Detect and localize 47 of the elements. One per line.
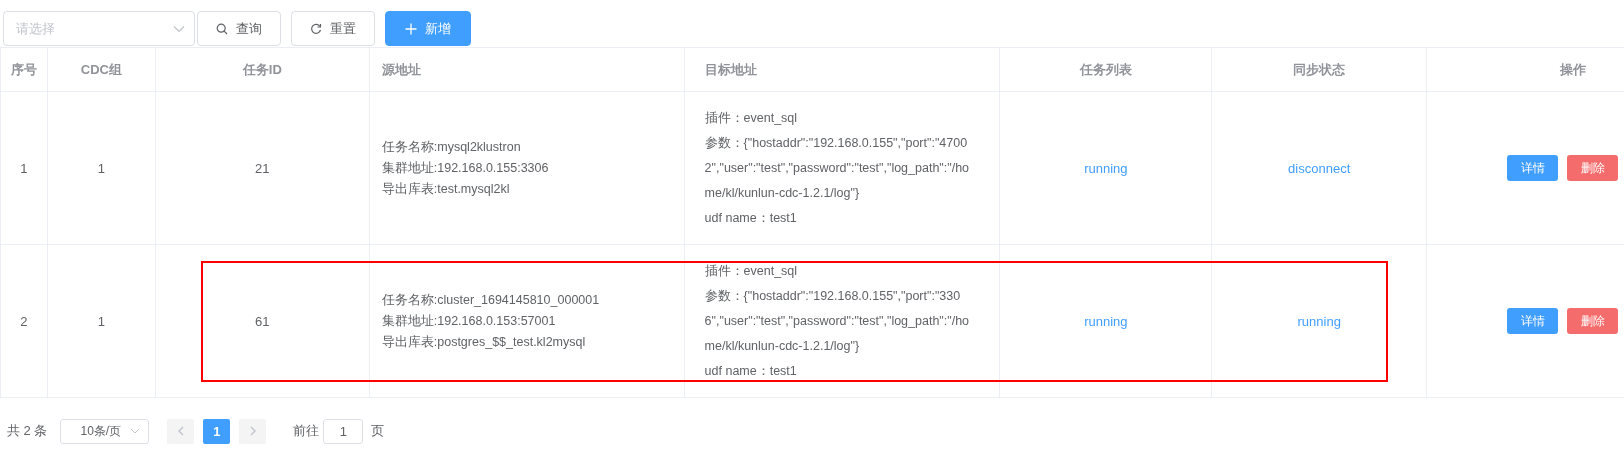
target-line: 插件：event_sql [704, 109, 798, 127]
select-field[interactable]: 请选择 [3, 11, 195, 46]
details-button[interactable]: 详情 [1507, 155, 1558, 181]
page-size-select[interactable]: 10条/页 [60, 418, 150, 444]
table-cell: 61 [255, 313, 270, 329]
target-line: udf name：test1 [704, 362, 797, 380]
target-line: udf name：test1 [704, 209, 797, 227]
previous-page-button[interactable] [167, 418, 195, 444]
table-cell: 1 [97, 313, 106, 329]
target-line: 插件：event_sql [704, 262, 798, 280]
source-line: 集群地址:192.168.0.155:3306 [381, 159, 549, 177]
table-cell: 2 [20, 313, 28, 329]
search-icon [216, 22, 228, 35]
total-count: 共 2 条 [7, 422, 48, 440]
table-cell: 1 [20, 160, 28, 176]
source-line: 导出库表:postgres_$$_test.kl2mysql [381, 333, 586, 351]
chevron-down-icon [173, 25, 185, 33]
details-button[interactable]: 详情 [1507, 308, 1558, 334]
page-input[interactable]: 1 [323, 418, 364, 444]
add-button[interactable]: 新增 [385, 11, 471, 46]
refresh-icon [310, 22, 322, 35]
source-line: 任务名称:mysql2klustron [381, 138, 521, 156]
source-line: 集群地址:192.168.0.153:57001 [381, 312, 556, 330]
search-button[interactable]: 查询 [197, 11, 281, 46]
chevron-left-icon [176, 426, 185, 436]
delete-button[interactable]: 删除 [1567, 155, 1618, 181]
column-header: 同步状态 [1293, 60, 1346, 79]
column-header: 操作 [1560, 60, 1586, 79]
source-line: 导出库表:test.mysql2kl [381, 180, 510, 198]
column-header: 目标地址 [704, 60, 757, 79]
column-header: 任务ID [242, 60, 282, 79]
table-cell: 1 [97, 160, 106, 176]
reset-button[interactable]: 重置 [291, 11, 375, 46]
next-page-button[interactable] [239, 418, 267, 444]
column-header: 任务列表 [1079, 60, 1132, 79]
plus-icon [405, 22, 417, 35]
table-cell: 21 [255, 160, 270, 176]
delete-button[interactable]: 删除 [1567, 308, 1618, 334]
column-header: 源地址 [381, 60, 421, 79]
goto-label: 前往 [293, 422, 320, 440]
source-line: 任务名称:cluster_1694145810_000001 [381, 291, 600, 309]
page-label: 页 [371, 422, 385, 440]
column-header: CDC组 [80, 60, 122, 79]
chevron-right-icon [248, 426, 257, 436]
chevron-down-icon [130, 428, 141, 434]
column-header: 序号 [11, 60, 37, 79]
page-button[interactable]: 1 [203, 418, 231, 444]
